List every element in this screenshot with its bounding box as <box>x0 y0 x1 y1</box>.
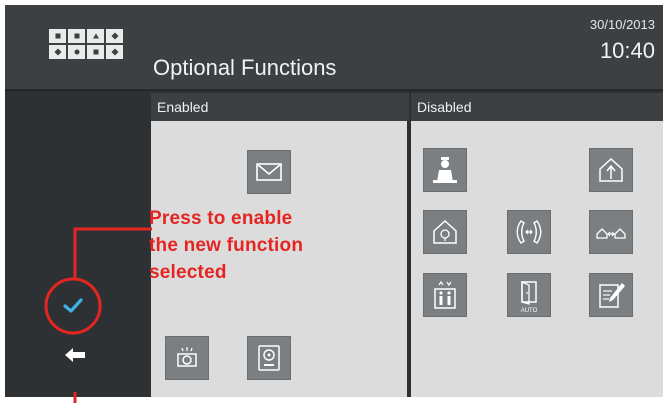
home-transfer-icon <box>596 228 626 239</box>
function-tile-monitor[interactable] <box>247 336 291 380</box>
function-tile-message[interactable] <box>247 150 291 194</box>
annotation-line-2: the new function <box>149 235 304 256</box>
function-tile-lift[interactable] <box>423 273 467 317</box>
handsfree-call-icon <box>516 220 542 244</box>
monitor-intercom-icon <box>258 345 280 371</box>
auto-door-icon <box>521 281 537 305</box>
device-screen: Optional Functions 30/10/2013 10:40 Enab… <box>5 5 663 397</box>
time-display: 10:40 <box>599 38 655 63</box>
checkmark-icon <box>63 298 83 313</box>
header-bar: Optional Functions 30/10/2013 10:40 <box>5 5 663 91</box>
function-tile-doorman[interactable] <box>423 148 467 192</box>
page-title: Optional Functions <box>153 55 337 80</box>
enabled-panel-header: Enabled <box>151 93 409 121</box>
doorman-icon <box>433 157 457 183</box>
function-tile-notepad[interactable] <box>589 273 633 317</box>
date-display: 30/10/2013 <box>589 17 655 32</box>
camera-icon <box>177 347 197 367</box>
disabled-functions-panel: AUTO <box>411 121 663 397</box>
function-tile-home-light[interactable] <box>423 210 467 254</box>
brand-logo <box>49 29 123 59</box>
home-light-icon <box>433 219 457 244</box>
function-tile-home-transfer[interactable] <box>589 210 633 254</box>
confirm-button[interactable] <box>48 281 98 331</box>
function-tile-handsfree[interactable] <box>507 210 551 254</box>
annotation-line-1: Press to enable <box>149 208 293 229</box>
function-tile-camera[interactable] <box>165 336 209 380</box>
home-arrow-icon <box>599 157 623 182</box>
back-arrow-icon <box>65 348 85 362</box>
auto-label: AUTO <box>520 308 538 314</box>
function-tile-auto-door[interactable]: AUTO <box>507 273 551 317</box>
annotation-callout: Press to enable the new function selecte… <box>149 205 369 286</box>
annotation-line-3: selected <box>149 262 227 283</box>
function-tile-home-arrow[interactable] <box>589 148 633 192</box>
disabled-panel-header: Disabled <box>411 93 663 121</box>
back-button[interactable] <box>60 343 90 367</box>
lift-icon <box>434 280 456 309</box>
notepad-icon <box>599 283 625 308</box>
message-icon <box>256 163 282 181</box>
